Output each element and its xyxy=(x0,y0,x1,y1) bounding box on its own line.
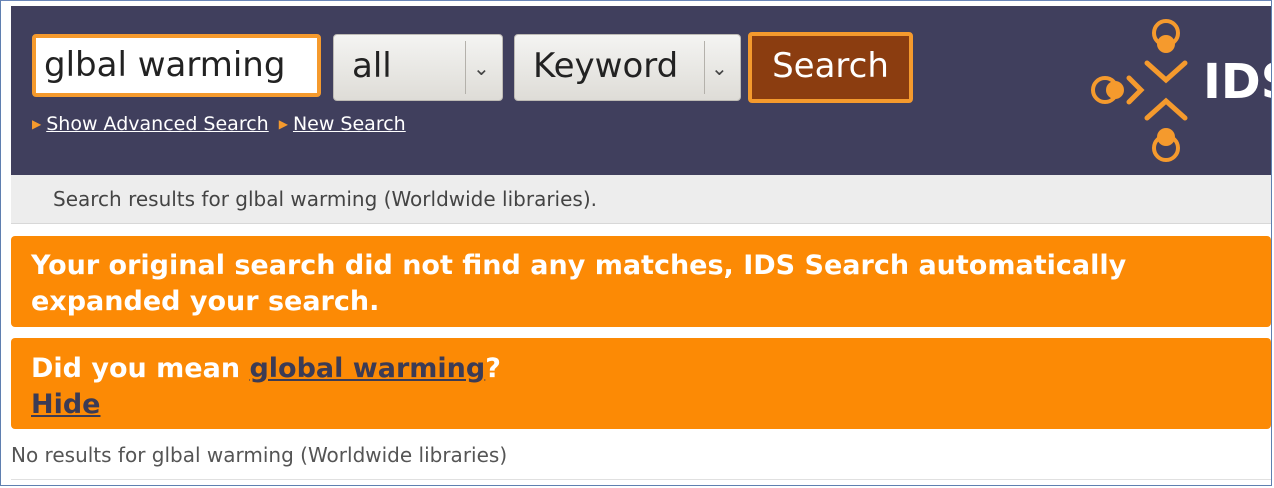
header: glbal warming all ⌄ Keyword ⌄ Search ▶ Sh… xyxy=(11,6,1271,175)
search-button[interactable]: Search xyxy=(748,32,913,103)
scope-select[interactable]: all ⌄ xyxy=(333,34,503,101)
divider xyxy=(11,479,1271,480)
page-frame: glbal warming all ⌄ Keyword ⌄ Search ▶ Sh… xyxy=(0,0,1272,486)
chevron-down-icon: ⌄ xyxy=(473,56,490,80)
suggestion-link[interactable]: global warming xyxy=(249,353,485,384)
did-you-mean-line: Did you mean global warming? xyxy=(31,351,1251,387)
did-you-mean-prefix: Did you mean xyxy=(31,353,250,384)
triangle-right-icon: ▶ xyxy=(32,117,42,131)
type-select-value: Keyword xyxy=(533,46,679,86)
logo-text: IDS xyxy=(1203,54,1271,110)
results-summary-bar: Search results for glbal warming (Worldw… xyxy=(11,175,1271,224)
no-results-text: No results for glbal warming (Worldwide … xyxy=(11,443,508,467)
triangle-right-icon: ▶ xyxy=(278,117,288,131)
did-you-mean-notice: Did you mean global warming? Hide xyxy=(11,338,1271,429)
expanded-search-notice: Your original search did not find any ma… xyxy=(11,236,1271,327)
hide-link[interactable]: Hide xyxy=(31,389,101,420)
type-select[interactable]: Keyword ⌄ xyxy=(514,34,741,101)
scope-select-value: all xyxy=(352,46,392,86)
search-input[interactable]: glbal warming xyxy=(32,34,321,97)
search-links: ▶ Show Advanced Search ▶ New Search xyxy=(32,113,406,135)
results-summary-text: Search results for glbal warming (Worldw… xyxy=(53,187,597,211)
ids-logo-icon xyxy=(1091,19,1188,162)
did-you-mean-suffix: ? xyxy=(485,353,501,384)
new-search-link[interactable]: New Search xyxy=(293,113,406,135)
search-input-value: glbal warming xyxy=(44,45,286,85)
chevron-down-icon: ⌄ xyxy=(711,56,728,80)
select-divider xyxy=(704,41,705,94)
select-divider xyxy=(465,41,466,94)
show-advanced-search-link[interactable]: Show Advanced Search xyxy=(46,113,268,135)
